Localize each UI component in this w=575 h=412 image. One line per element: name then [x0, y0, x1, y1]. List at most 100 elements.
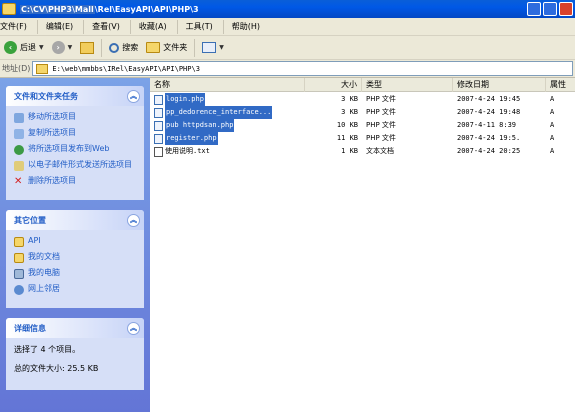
address-input[interactable]: E:\web\mmbbs\IRel\EasyAPI\API\PHP\3 [32, 61, 573, 76]
task-label[interactable]: 移动所选项目 [28, 112, 76, 122]
folder-icon [146, 42, 161, 53]
task-label[interactable]: 以电子邮件形式发送所选项目 [28, 160, 132, 170]
panel-header[interactable]: 详细信息 ︽ [6, 318, 144, 338]
task-email[interactable]: 以电子邮件形式发送所选项目 [14, 160, 138, 171]
file-row[interactable]: pub httpdsan.php 10 KB PHP 文件 2007-4-11 8:3… [150, 119, 575, 132]
place-label[interactable]: API [28, 236, 41, 246]
column-type[interactable]: 类型 [362, 78, 453, 92]
place-label[interactable]: 网上邻居 [28, 284, 60, 294]
back-label: 后退 [20, 43, 36, 52]
menu-help[interactable]: 帮助(H) [226, 21, 268, 32]
other-places-panel: 其它位置 ︽ API 我的文档 我的电脑 网上邻居 [6, 210, 144, 308]
file-attributes: A [550, 134, 555, 142]
dropdown-arrow-icon[interactable]: ▼ [39, 44, 44, 51]
panel-body: 选择了 4 个项目。 总的文件大小: 25.5 KB [6, 338, 144, 390]
back-button[interactable]: ‹ 后退 ▼ [0, 38, 48, 58]
file-row[interactable]: pp_dedorence_interface... 3 KB PHP 文件 2007-… [150, 106, 575, 119]
php-file-icon [154, 133, 163, 144]
details-panel: 详细信息 ︽ 选择了 4 个项目。 总的文件大小: 25.5 KB [6, 318, 144, 390]
file-name[interactable]: register.php [165, 132, 218, 145]
window-controls [527, 2, 573, 16]
panel-header[interactable]: 其它位置 ︽ [6, 210, 144, 230]
address-label: 地址(D) [2, 64, 31, 73]
text-file-icon [154, 146, 163, 157]
column-attributes[interactable]: 属性 [546, 78, 575, 92]
column-size[interactable]: 大小 [305, 78, 362, 92]
menu-separator [176, 19, 178, 34]
collapse-icon[interactable]: ︽ [127, 89, 140, 103]
menu-tools[interactable]: 工具(T) [180, 21, 221, 32]
minimize-button[interactable] [527, 2, 541, 16]
views-icon [202, 42, 217, 53]
file-name[interactable]: pp_dedorence_interface... [165, 106, 273, 119]
file-type: PHP 文件 [366, 108, 396, 116]
total-size: 总的文件大小: 25.5 KB [14, 364, 99, 373]
maximize-button[interactable] [543, 2, 557, 16]
task-pane: 文件和文件夹任务 ︽ 移动所选项目 复制所选项目 将所选项目发布到Web 以电子… [0, 78, 150, 412]
collapse-icon[interactable]: ︽ [127, 321, 140, 335]
panel-title: 其它位置 [14, 215, 46, 225]
file-name[interactable]: 使用说明.txt [165, 145, 210, 158]
file-name-cell[interactable]: login.php [154, 93, 304, 106]
up-button[interactable] [76, 38, 98, 58]
task-publish[interactable]: 将所选项目发布到Web [14, 144, 138, 155]
title-bar: C:\CV\PHP3\Mall\Rel\EasyAPI\API\PHP\3 [0, 0, 575, 18]
column-name[interactable]: 名称 [150, 78, 305, 92]
panel-header[interactable]: 文件和文件夹任务 ︽ [6, 86, 144, 106]
file-size: 3 KB [341, 108, 358, 116]
place-my-computer[interactable]: 我的电脑 [14, 268, 138, 279]
file-size: 10 KB [336, 121, 358, 129]
file-size: 1 KB [341, 147, 358, 155]
dropdown-arrow-icon[interactable]: ▼ [68, 44, 73, 51]
file-attributes: A [550, 95, 555, 103]
file-name-cell[interactable]: register.php [154, 132, 304, 145]
menu-separator [129, 19, 131, 34]
forward-button[interactable]: › ▼ [48, 38, 77, 58]
file-name[interactable]: pub httpdsan.php [165, 119, 235, 132]
place-label[interactable]: 我的文档 [28, 252, 60, 262]
address-bar: 地址(D) E:\web\mmbbs\IRel\EasyAPI\API\PHP\… [0, 60, 575, 78]
place-api[interactable]: API [14, 236, 138, 247]
place-my-documents[interactable]: 我的文档 [14, 252, 138, 263]
file-name-cell[interactable]: pub httpdsan.php [154, 119, 304, 132]
panel-body: 移动所选项目 复制所选项目 将所选项目发布到Web 以电子邮件形式发送所选项目 … [6, 106, 144, 200]
file-row[interactable]: login.php 3 KB PHP 文件 2007-4-24 19:45 A [150, 93, 575, 106]
menu-view[interactable]: 查看(V) [86, 21, 128, 32]
folders-label: 文件夹 [163, 43, 188, 52]
menu-file[interactable]: 文件(F) [0, 21, 35, 32]
task-label[interactable]: 将所选项目发布到Web [28, 144, 109, 154]
file-row[interactable]: register.php 11 KB PHP 文件 2007-4-24 19:5. A [150, 132, 575, 145]
menu-edit[interactable]: 编辑(E) [40, 21, 81, 32]
copy-icon [14, 129, 24, 139]
file-type: PHP 文件 [366, 134, 396, 142]
task-label[interactable]: 复制所选项目 [28, 128, 76, 138]
task-move[interactable]: 移动所选项目 [14, 112, 138, 123]
search-button[interactable]: 搜索 [105, 38, 142, 58]
search-icon [109, 42, 120, 53]
place-label[interactable]: 我的电脑 [28, 268, 60, 278]
computer-icon [14, 269, 24, 279]
views-button[interactable]: ▼ [198, 38, 228, 58]
task-copy[interactable]: 复制所选项目 [14, 128, 138, 139]
file-name[interactable]: login.php [165, 93, 205, 106]
file-modified: 2007-4-24 19:48 [457, 108, 521, 116]
toolbar-separator [194, 38, 196, 57]
file-row[interactable]: 使用说明.txt 1 KB 文本文档 2007-4-24 20:25 A [150, 145, 575, 158]
folders-button[interactable]: 文件夹 [142, 38, 191, 58]
file-attributes: A [550, 121, 555, 129]
file-name-cell[interactable]: 使用说明.txt [154, 145, 304, 158]
address-path[interactable]: E:\web\mmbbs\IRel\EasyAPI\API\PHP\3 [52, 65, 200, 73]
task-delete[interactable]: ✕ 删除所选项目 [14, 176, 138, 187]
menu-favorites[interactable]: 收藏(A) [133, 21, 175, 32]
collapse-icon[interactable]: ︽ [127, 213, 140, 227]
column-modified[interactable]: 修改日期 [453, 78, 546, 92]
task-label[interactable]: 删除所选项目 [28, 176, 76, 186]
file-name-cell[interactable]: pp_dedorence_interface... [154, 106, 304, 119]
folder-icon [2, 3, 16, 15]
file-type: PHP 文件 [366, 121, 396, 129]
place-network[interactable]: 网上邻居 [14, 284, 138, 295]
close-button[interactable] [559, 2, 573, 16]
panel-body: API 我的文档 我的电脑 网上邻居 [6, 230, 144, 308]
folder-up-icon [80, 41, 95, 54]
dropdown-arrow-icon[interactable]: ▼ [219, 44, 224, 51]
